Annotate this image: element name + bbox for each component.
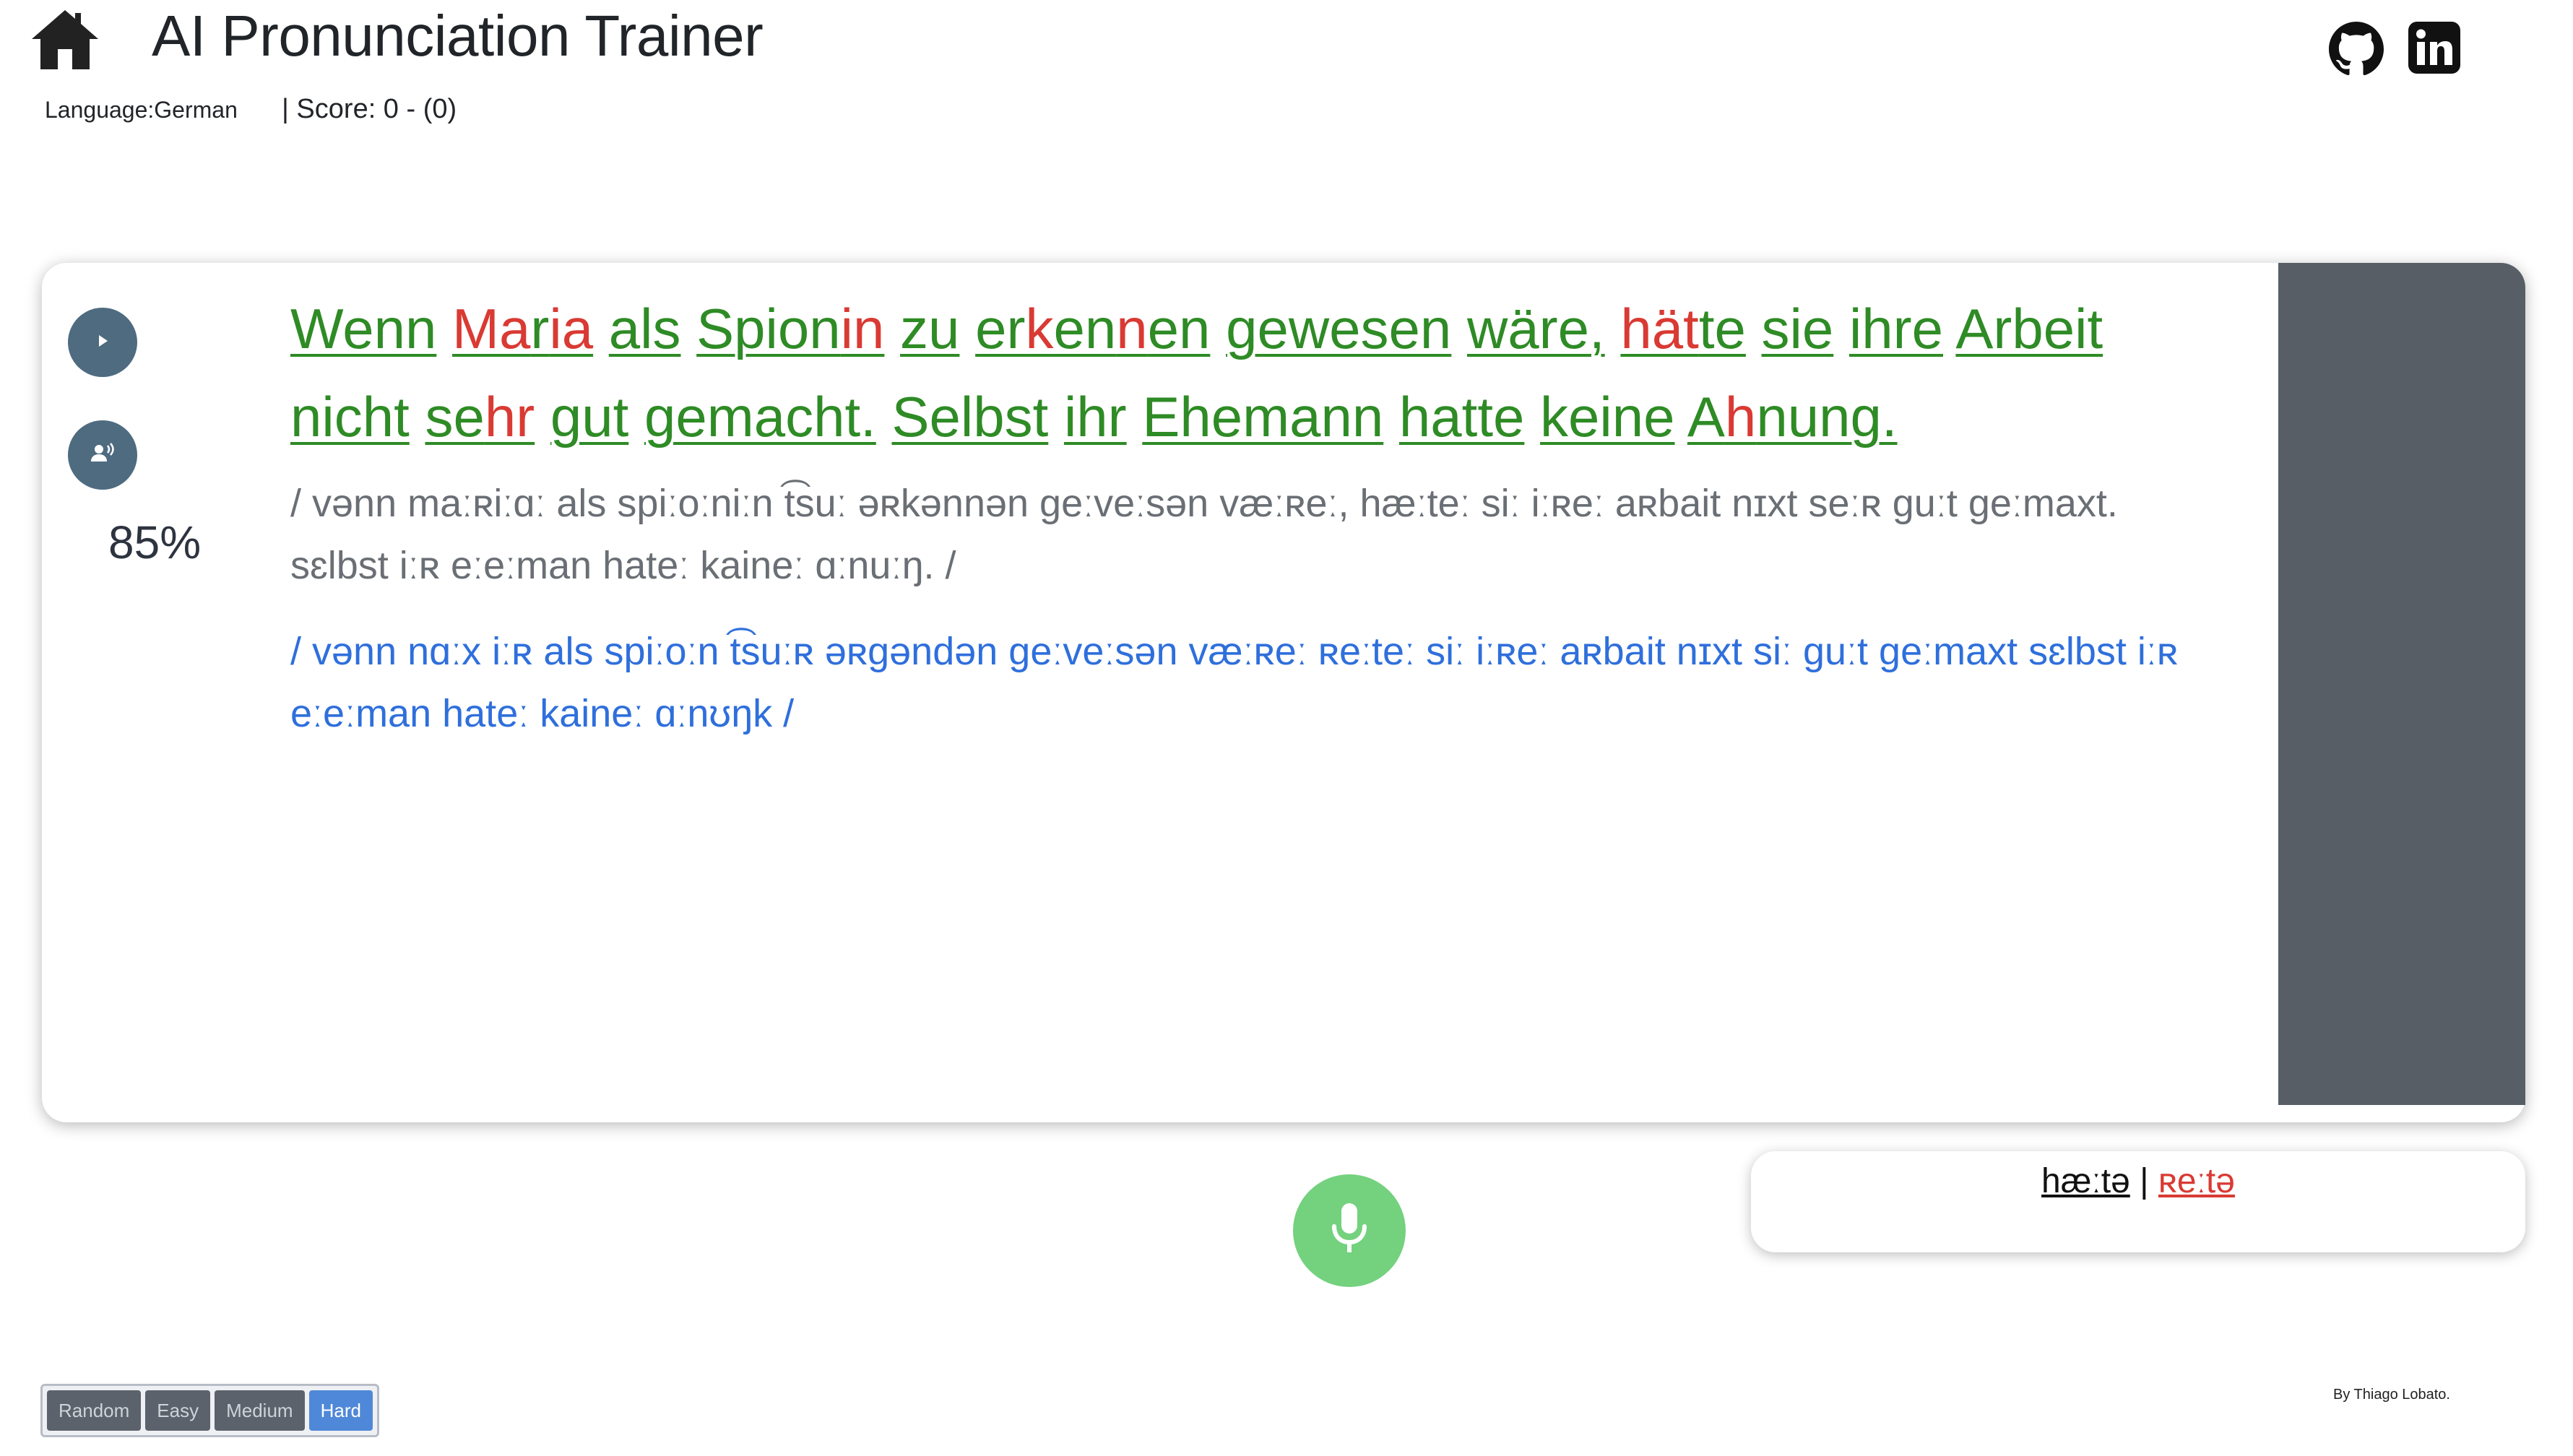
word-comparison: hæːtə | ʀeːtə <box>1751 1158 2525 1205</box>
sentence-word[interactable]: Maria <box>452 297 593 360</box>
app-title: AI Pronunciation Trainer <box>152 4 764 68</box>
language-indicator: Language:German <box>45 97 238 124</box>
word-segment: als <box>608 297 681 360</box>
sentence-word[interactable]: keine <box>1540 385 1674 448</box>
author-credit: By Thiago Lobato. <box>2333 1387 2450 1403</box>
side-panel <box>2278 263 2525 1105</box>
play-icon <box>92 330 113 355</box>
home-icon[interactable] <box>30 7 100 71</box>
word-segment: en <box>1053 297 1117 360</box>
sentence-word[interactable]: gut <box>550 385 628 448</box>
sentence-word[interactable]: Ehemann <box>1142 385 1383 448</box>
record-button[interactable] <box>1293 1174 1406 1287</box>
word-segment: er <box>975 297 1026 360</box>
difficulty-easy-button[interactable]: Easy <box>145 1390 211 1431</box>
word-segment: nung. <box>1756 385 1898 448</box>
difficulty-selector: Random Easy Medium Hard <box>40 1384 379 1437</box>
accuracy-score: 85% <box>108 516 202 568</box>
word-segment: sie <box>1761 297 1834 360</box>
sentence-word[interactable]: Ahnung. <box>1687 385 1898 448</box>
word-segment: Spion <box>696 297 841 360</box>
sentence-word[interactable]: Spionin <box>696 297 884 360</box>
sentence-word[interactable]: sehr <box>425 385 535 448</box>
reference-word-ipa: hæːtə <box>2041 1162 2130 1200</box>
word-segment: Ma <box>452 297 531 360</box>
app-page: AI Pronunciation Trainer Language:German… <box>0 0 2573 1456</box>
sentence-word[interactable]: zu <box>900 297 959 360</box>
voice-playback-icon <box>87 438 118 473</box>
word-segment: hät <box>1620 297 1699 360</box>
difficulty-hard-button[interactable]: Hard <box>308 1390 373 1431</box>
sentence-word[interactable]: gemacht. <box>644 385 876 448</box>
word-segment: k <box>1025 297 1054 360</box>
word-segment: se <box>425 385 485 448</box>
sentence-word[interactable]: ihre <box>1849 297 1943 360</box>
play-sample-button[interactable] <box>68 308 137 377</box>
word-segment: keine <box>1540 385 1675 448</box>
sentence-word[interactable]: ihr <box>1064 385 1127 448</box>
sentence-word[interactable]: hätte <box>1620 297 1746 360</box>
language-label: Language: <box>45 97 155 123</box>
sentence-word[interactable]: gewesen <box>1226 297 1451 360</box>
sentence-word[interactable]: erkennen <box>975 297 1210 360</box>
comparison-separator: | <box>2129 1162 2158 1200</box>
word-segment: r <box>530 297 550 360</box>
sentence-word[interactable]: als <box>609 297 681 360</box>
word-segment: ihre <box>1848 297 1944 360</box>
difficulty-medium-button[interactable]: Medium <box>215 1390 305 1431</box>
word-segment: h <box>1724 385 1757 448</box>
recorded-ipa: / vənn nɑːx iːʀ als spiːoːn t͡suːʀ əʀgən… <box>290 630 2179 735</box>
word-segment: Selbst <box>891 385 1049 448</box>
word-segment: zu <box>900 297 960 360</box>
word-segment: nicht <box>290 385 410 448</box>
word-segment: gemacht. <box>644 385 876 448</box>
practice-card: 85% Wenn Maria als Spionin zu erkennen g… <box>42 263 2525 1122</box>
word-segment: hatte <box>1398 385 1525 448</box>
word-segment: gewesen <box>1226 297 1452 360</box>
word-segment: ia <box>549 297 594 360</box>
sentence-word[interactable]: wäre, <box>1467 297 1605 360</box>
sentence-word[interactable]: sie <box>1762 297 1834 360</box>
word-segment: A <box>1687 385 1725 448</box>
sentence-word[interactable]: Wenn <box>290 297 436 360</box>
word-segment: Ehemann <box>1142 385 1384 448</box>
word-comparison-card: hæːtə | ʀeːtə <box>1751 1151 2525 1252</box>
word-segment: ihr <box>1063 385 1127 448</box>
sentence-word[interactable]: hatte <box>1399 385 1524 448</box>
word-segment: wäre, <box>1466 297 1605 360</box>
practice-sentence: Wenn Maria als Spionin zu erkennen gewes… <box>290 285 2226 461</box>
github-icon[interactable] <box>2329 22 2384 77</box>
sentence-word[interactable]: Selbst <box>891 385 1048 448</box>
linkedin-icon[interactable] <box>2407 20 2462 75</box>
sentence-word[interactable]: nicht <box>290 385 410 448</box>
word-segment: en <box>1147 297 1211 360</box>
sentence-word[interactable]: Arbeit <box>1955 297 2103 360</box>
score-display: | Score: 0 - (0) <box>282 94 457 124</box>
microphone-icon <box>1324 1200 1375 1262</box>
word-segment: gut <box>550 385 629 448</box>
reference-ipa: / vənn maːʀiːɑː als spiːoːniːn t͡suː əʀk… <box>290 482 2118 587</box>
word-segment: Wenn <box>290 297 437 360</box>
play-recording-button[interactable] <box>68 420 137 490</box>
word-segment: hr <box>484 385 535 448</box>
difficulty-random-button[interactable]: Random <box>47 1390 142 1431</box>
word-segment: Arbeit <box>1955 297 2103 360</box>
word-segment: in <box>840 297 885 360</box>
recorded-word-ipa: ʀeːtə <box>2158 1162 2235 1200</box>
word-segment: te <box>1698 297 1746 360</box>
language-value[interactable]: German <box>154 97 238 123</box>
word-segment: n <box>1116 297 1148 360</box>
